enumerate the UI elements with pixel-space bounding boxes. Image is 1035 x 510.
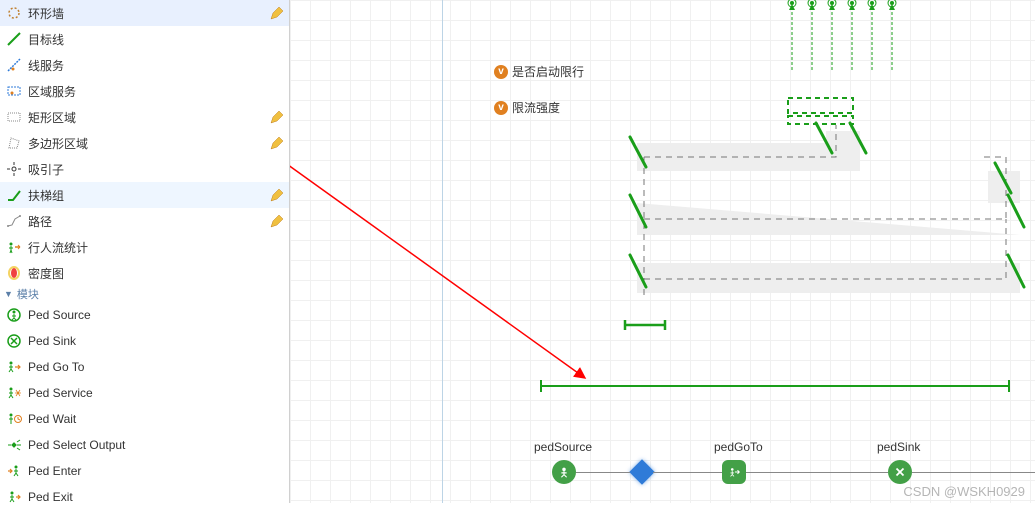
watermark: CSDN @WSKH0929 [903,484,1025,499]
section-label: 模块 [17,286,39,302]
item-attractor[interactable]: 吸引子 [0,156,289,182]
ped-wait-icon [4,409,24,429]
flow-connector [653,472,722,473]
variable-label: 限流强度 [512,99,560,116]
variable-badge-icon: v [494,101,508,115]
block-ped-select-output[interactable]: Ped Select Output [0,432,289,458]
path-icon [4,211,24,231]
ped-enter-icon [4,461,24,481]
variable-limit-enable[interactable]: v 是否启动限行 [494,63,584,80]
ped-sink-icon [4,331,24,351]
item-label: 目标线 [28,31,285,48]
item-label: 环形墙 [28,5,269,22]
ped-source-icon [4,305,24,325]
block-pedsink-icon[interactable] [888,460,912,484]
diamond-icon [629,459,654,484]
collapse-triangle-icon: ▼ [4,289,13,299]
item-rect-area[interactable]: 矩形区域 [0,104,289,130]
item-label: 线服务 [28,57,285,74]
ped-stats-icon [4,237,24,257]
pencil-icon[interactable] [269,187,285,203]
item-label: 多边形区域 [28,135,269,152]
area-service-icon [4,81,24,101]
flow-connector [912,472,1035,473]
block-ped-source[interactable]: Ped Source [0,302,289,328]
item-label: Ped Source [28,308,285,322]
item-label: 区域服务 [28,83,285,100]
item-label: Ped Select Output [28,438,285,452]
item-label: 矩形区域 [28,109,269,126]
block-pedsource-icon[interactable] [552,460,576,484]
flow-connector [746,472,888,473]
item-escalator-group[interactable]: 扶梯组 [0,182,289,208]
item-target-line[interactable]: 目标线 [0,26,289,52]
block-ped-service[interactable]: Ped Service [0,380,289,406]
item-poly-area[interactable]: 多边形区域 [0,130,289,156]
item-label: 扶梯组 [28,187,269,204]
blocks-section: Ped Source Ped Sink Ped Go To Ped Servic… [0,302,289,510]
item-path[interactable]: 路径 [0,208,289,234]
item-label: Ped Sink [28,334,285,348]
line-service-icon [4,55,24,75]
block-pedgoto-icon[interactable] [722,460,746,484]
target-line-canvas[interactable] [540,385,1010,387]
ped-exit-icon [4,487,24,507]
sidebar: 环形墙 目标线 线服务 区域服务 [0,0,290,503]
canvas[interactable]: v 是否启动限行 v 限流强度 [290,0,1035,503]
block-ped-goto[interactable]: Ped Go To [0,354,289,380]
item-label: 吸引子 [28,161,285,178]
block-ped-sink[interactable]: Ped Sink [0,328,289,354]
item-label: 密度图 [28,265,285,282]
block-ped-enter[interactable]: Ped Enter [0,458,289,484]
attractor-icon [4,159,24,179]
block-ped-exit[interactable]: Ped Exit [0,484,289,510]
pencil-icon[interactable] [269,109,285,125]
ped-service-icon [4,383,24,403]
item-label: Ped Wait [28,412,285,426]
label-pedsink: pedSink [877,440,920,454]
variable-limit-strength[interactable]: v 限流强度 [494,99,560,116]
block-ped-wait[interactable]: Ped Wait [0,406,289,432]
item-label: 路径 [28,213,269,230]
label-pedsource: pedSource [534,440,592,454]
item-ped-stats[interactable]: 行人流统计 [0,234,289,260]
ped-goto-icon [4,357,24,377]
pencil-icon[interactable] [269,5,285,21]
escalator-icon [4,185,24,205]
vertical-guide [442,0,443,503]
wall-icon [4,3,24,23]
poly-area-icon [4,133,24,153]
item-density-map[interactable]: 密度图 [0,260,289,286]
density-icon [4,263,24,283]
section-header-blocks[interactable]: ▼ 模块 [0,286,289,302]
item-label: Ped Service [28,386,285,400]
queue-corridor[interactable] [620,95,1030,335]
item-label: Ped Enter [28,464,285,478]
block-select-icon[interactable] [630,460,654,484]
pencil-icon[interactable] [269,135,285,151]
variable-label: 是否启动限行 [512,63,584,80]
item-label: 行人流统计 [28,239,285,256]
item-area-service[interactable]: 区域服务 [0,78,289,104]
label-pedgoto: pedGoTo [714,440,763,454]
ped-select-icon [4,435,24,455]
item-wall[interactable]: 环形墙 [0,0,289,26]
variable-badge-icon: v [494,65,508,79]
pencil-icon[interactable] [269,213,285,229]
rect-area-icon [4,107,24,127]
item-label: Ped Go To [28,360,285,374]
target-line-icon [4,29,24,49]
flow-connector [576,472,630,473]
space-markup-section: 环形墙 目标线 线服务 区域服务 [0,0,289,286]
item-line-service[interactable]: 线服务 [0,52,289,78]
arrow-group-top [782,0,902,95]
item-label: Ped Exit [28,490,285,504]
